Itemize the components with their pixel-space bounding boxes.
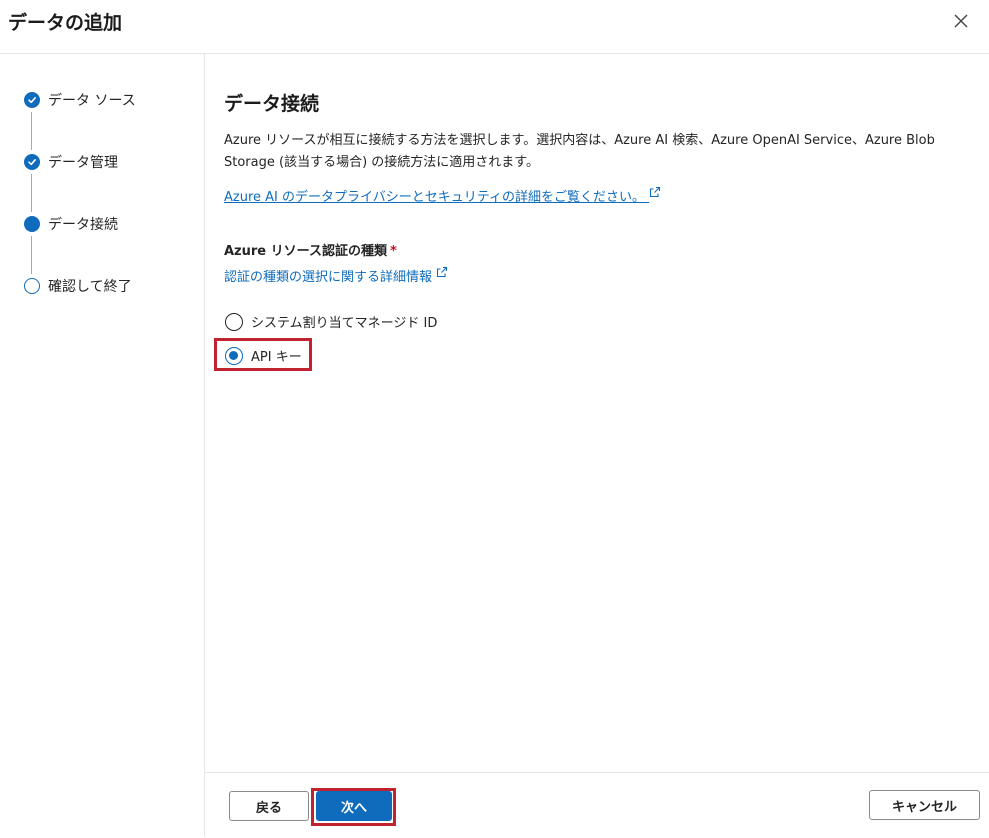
back-button[interactable]: 戻る bbox=[229, 791, 309, 821]
auth-help-link[interactable]: 認証の種類の選択に関する詳細情報 bbox=[224, 266, 448, 285]
external-link-icon bbox=[649, 186, 661, 198]
step-data-source[interactable]: データ ソース bbox=[24, 90, 136, 110]
pending-step-icon bbox=[24, 278, 40, 294]
step-connector bbox=[31, 236, 32, 274]
close-icon bbox=[954, 14, 968, 28]
step-review-finish[interactable]: 確認して終了 bbox=[24, 276, 132, 296]
main-content: データ接続 Azure リソースが相互に接続する方法を選択します。選択内容は、A… bbox=[205, 54, 989, 772]
cancel-button[interactable]: キャンセル bbox=[869, 790, 980, 820]
step-connector bbox=[31, 112, 32, 150]
current-step-icon bbox=[24, 216, 40, 232]
step-label: 確認して終了 bbox=[48, 279, 132, 295]
step-data-management[interactable]: データ管理 bbox=[24, 152, 118, 172]
auth-type-label-text: Azure リソース認証の種類 bbox=[224, 244, 387, 259]
check-icon bbox=[24, 92, 40, 108]
dialog-header: データの追加 bbox=[0, 0, 989, 54]
privacy-link[interactable]: Azure AI のデータプライバシーとセキュリティの詳細をご覧ください。 bbox=[224, 186, 661, 205]
step-data-connection[interactable]: データ接続 bbox=[24, 214, 118, 234]
radio-button[interactable] bbox=[225, 312, 243, 331]
auth-type-label: Azure リソース認証の種類 * bbox=[224, 240, 397, 259]
highlight-box bbox=[214, 338, 312, 371]
step-label: データ管理 bbox=[48, 155, 118, 171]
auth-help-link-text: 認証の種類の選択に関する詳細情報 bbox=[224, 270, 433, 285]
required-mark: * bbox=[390, 244, 397, 259]
dialog-footer: 戻る 次へ キャンセル bbox=[205, 772, 989, 838]
step-label: データ ソース bbox=[48, 93, 136, 109]
check-icon bbox=[24, 154, 40, 170]
radio-label: システム割り当てマネージド ID bbox=[251, 316, 438, 331]
step-label: データ接続 bbox=[48, 217, 118, 233]
radio-managed-identity[interactable]: システム割り当てマネージド ID bbox=[225, 312, 437, 331]
privacy-link-text: Azure AI のデータプライバシーとセキュリティの詳細をご覧ください。 bbox=[224, 190, 645, 205]
highlight-box bbox=[311, 788, 396, 826]
step-connector bbox=[31, 174, 32, 212]
description-text: Azure リソースが相互に接続する方法を選択します。選択内容は、Azure A… bbox=[224, 133, 935, 170]
external-link-icon bbox=[436, 266, 448, 278]
section-title: データ接続 bbox=[224, 93, 320, 115]
close-button[interactable] bbox=[950, 10, 972, 32]
wizard-steps: データ ソース データ管理 データ接続 確認して終了 bbox=[0, 54, 205, 837]
dialog-title: データの追加 bbox=[8, 12, 123, 34]
